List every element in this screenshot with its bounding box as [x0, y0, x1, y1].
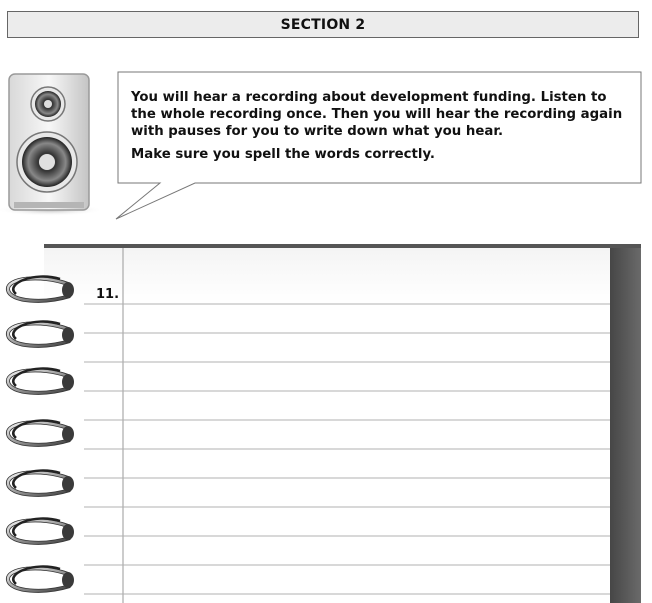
- section-header: SECTION 2: [7, 11, 639, 38]
- speaker-icon: [0, 70, 110, 220]
- instructions-text: You will hear a recording about developm…: [118, 72, 641, 184]
- question-number: 11.: [96, 287, 120, 302]
- instructions-paragraph-1: You will hear a recording about developm…: [131, 90, 623, 139]
- instructions-paragraph-2: Make sure you spell the words correctly.: [131, 147, 435, 162]
- section-title: SECTION 2: [280, 16, 366, 33]
